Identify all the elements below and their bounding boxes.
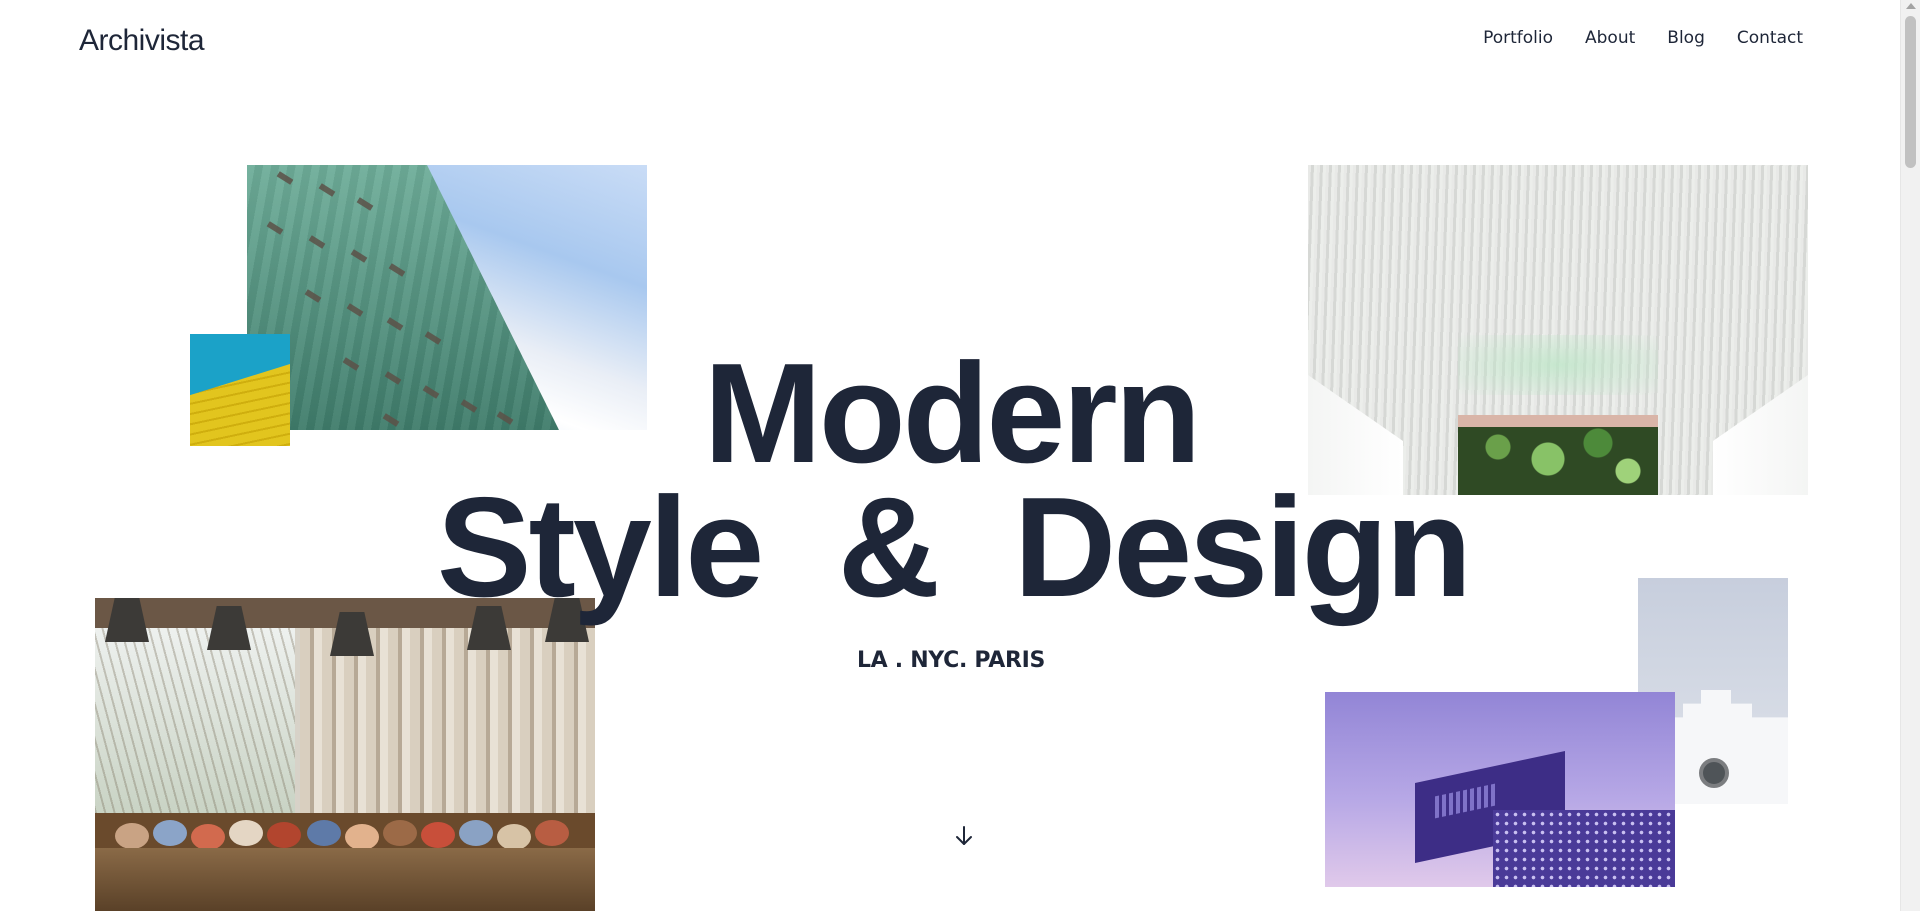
nav-blog[interactable]: Blog xyxy=(1667,28,1705,48)
logo[interactable]: Archivista xyxy=(79,24,205,58)
purple-building-photo xyxy=(1325,692,1675,887)
nav-about[interactable]: About xyxy=(1585,28,1635,48)
main-nav: Portfolio About Blog Contact xyxy=(1483,28,1803,48)
yellow-block xyxy=(190,364,290,446)
cafe-seating-photo xyxy=(95,598,595,911)
tower-facade xyxy=(247,165,559,430)
scroll-up-icon[interactable] xyxy=(1906,3,1916,9)
green-tower-photo xyxy=(247,165,647,430)
arrow-down-icon[interactable] xyxy=(950,822,978,850)
indoor-garden xyxy=(1458,415,1658,495)
nav-portfolio[interactable]: Portfolio xyxy=(1483,28,1553,48)
wooden-bench xyxy=(95,848,595,911)
scrollbar-thumb[interactable] xyxy=(1905,16,1916,168)
site-header: Archivista Portfolio About Blog Contact xyxy=(0,0,1900,80)
porthole-window xyxy=(1699,758,1729,788)
white-ceiling-interior-photo xyxy=(1308,165,1808,495)
yellow-building-photo xyxy=(190,334,290,446)
nav-contact[interactable]: Contact xyxy=(1737,28,1803,48)
page-scrollbar[interactable] xyxy=(1900,0,1920,911)
